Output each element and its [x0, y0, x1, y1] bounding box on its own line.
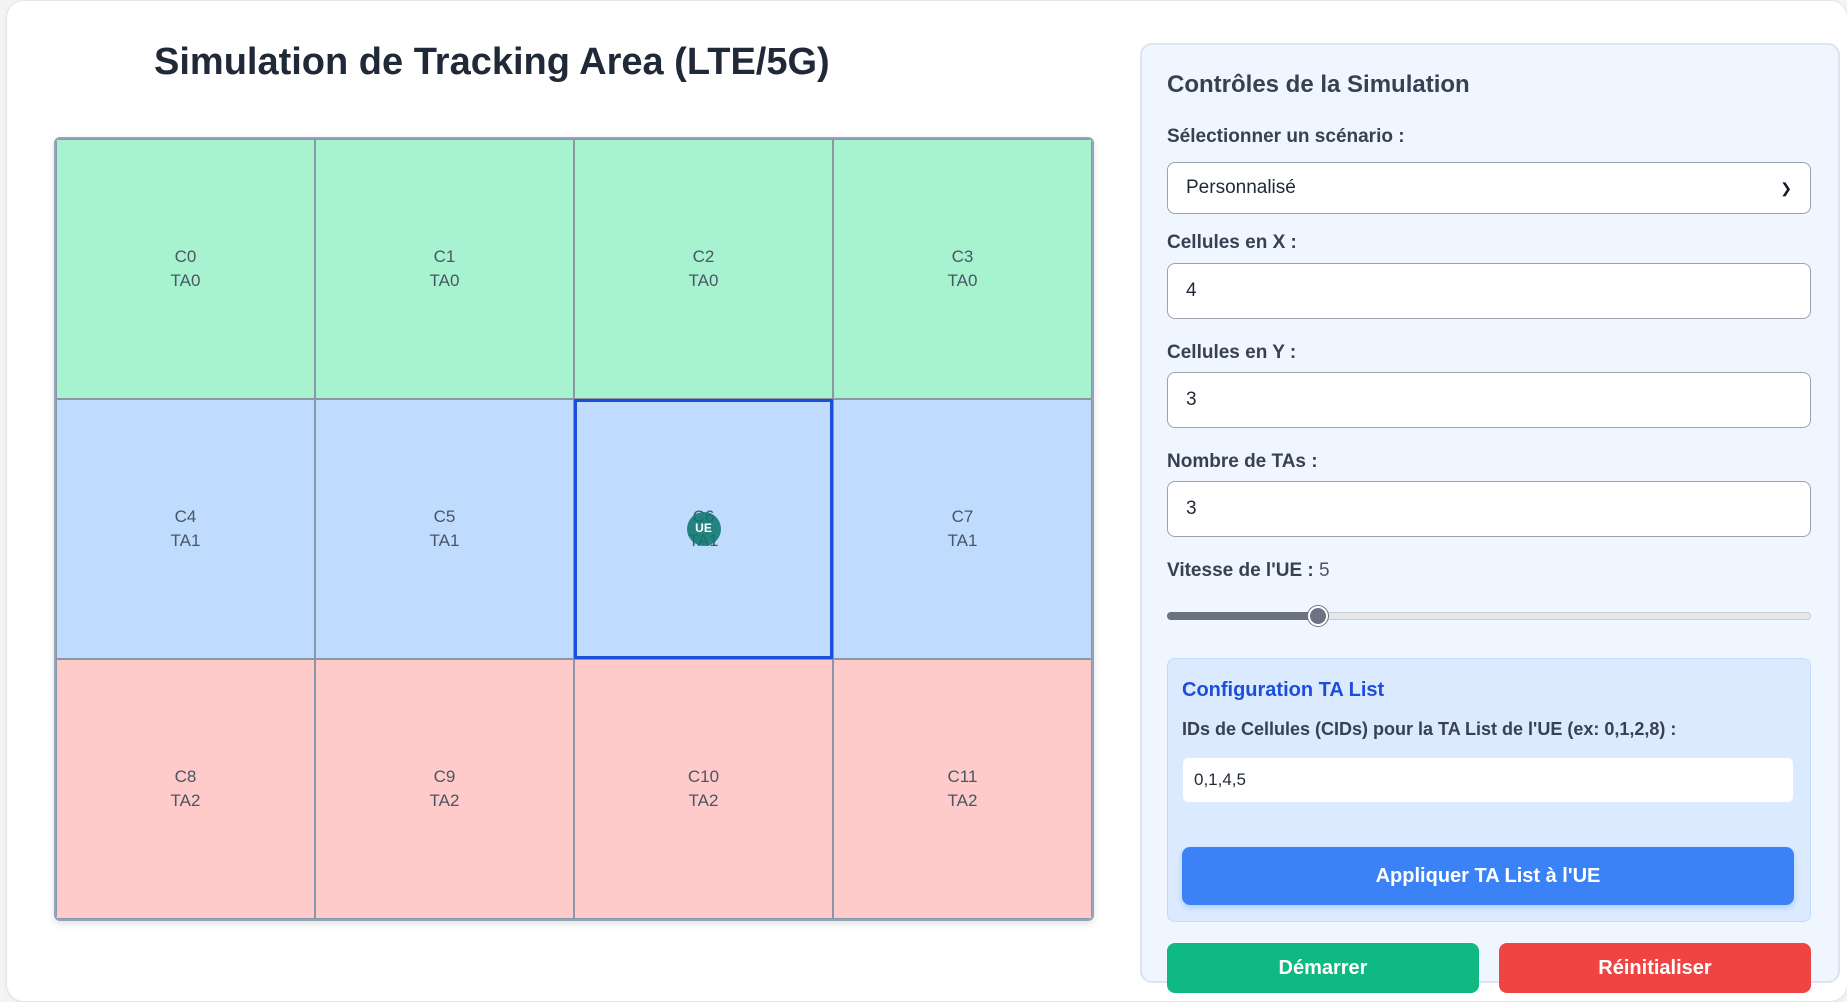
- scenario-select[interactable]: Personnalisé ❯: [1167, 162, 1811, 214]
- grid-cell[interactable]: C4 TA1: [56, 399, 315, 659]
- grid-cell[interactable]: C10 TA2: [574, 659, 833, 919]
- cell-id: C9: [433, 767, 456, 786]
- cell-label: C7 TA1: [948, 505, 978, 553]
- grid-cell[interactable]: C8 TA2: [56, 659, 315, 919]
- cells-y-label: Cellules en Y :: [1167, 342, 1297, 363]
- ta-list-config-box: Configuration TA List IDs de Cellules (C…: [1167, 658, 1811, 922]
- grid-cell[interactable]: C0 TA0: [56, 139, 315, 399]
- cells-x-input[interactable]: [1167, 263, 1811, 319]
- ta-list-label: IDs de Cellules (CIDs) pour la TA List d…: [1182, 719, 1677, 739]
- speed-value: 5: [1319, 560, 1330, 581]
- cell-label: C11 TA2: [948, 765, 978, 813]
- grid-cell[interactable]: C6TA1UE: [574, 399, 833, 659]
- chevron-down-icon: ❯: [1780, 179, 1792, 196]
- cell-id: C4: [174, 507, 197, 526]
- cell-label: C5 TA1: [430, 505, 460, 553]
- app-card: Simulation de Tracking Area (LTE/5G) C0 T…: [6, 0, 1847, 1002]
- ta-list-input[interactable]: [1182, 757, 1794, 803]
- cell-ta: TA2: [170, 791, 201, 810]
- cell-id: C11: [947, 767, 978, 786]
- cell-ta: TA0: [170, 271, 201, 290]
- tracking-area-grid: C0TA0C1TA0C2TA0C3TA0C4TA1C5TA1C6TA1UEC7T…: [54, 137, 1094, 921]
- cell-label: C2 TA0: [689, 245, 719, 293]
- cell-ta: TA2: [429, 791, 460, 810]
- cell-id: C1: [433, 247, 456, 266]
- cell-label: C4 TA1: [171, 505, 201, 553]
- cell-label: C10 TA2: [688, 765, 719, 813]
- cell-label: C8 TA2: [171, 765, 201, 813]
- cell-id: C5: [433, 507, 456, 526]
- num-tas-label: Nombre de TAs :: [1167, 451, 1318, 472]
- cell-ta: TA0: [688, 271, 719, 290]
- grid-cell[interactable]: C1 TA0: [315, 139, 574, 399]
- page-title: Simulation de Tracking Area (LTE/5G): [154, 41, 830, 83]
- cell-ta: TA0: [429, 271, 460, 290]
- cell-ta: TA2: [688, 791, 719, 810]
- cell-id: C7: [951, 507, 974, 526]
- cell-ta: TA1: [947, 531, 978, 550]
- grid-cell[interactable]: C3 TA0: [833, 139, 1092, 399]
- scenario-select-value: Personnalisé: [1186, 177, 1296, 198]
- cell-ta: TA1: [429, 531, 460, 550]
- cells-x-label: Cellules en X :: [1167, 232, 1297, 253]
- apply-ta-list-button[interactable]: Appliquer TA List à l'UE: [1182, 847, 1794, 905]
- cell-id: C2: [692, 247, 715, 266]
- cell-id: C10: [687, 767, 720, 786]
- cell-ta: TA2: [947, 791, 978, 810]
- grid-cell[interactable]: C5 TA1: [315, 399, 574, 659]
- speed-slider-fill: [1167, 612, 1319, 620]
- grid-cell[interactable]: C11 TA2: [833, 659, 1092, 919]
- cell-label: C9 TA2: [430, 765, 460, 813]
- grid-cell[interactable]: C9 TA2: [315, 659, 574, 919]
- cell-label: C3 TA0: [948, 245, 978, 293]
- num-tas-input[interactable]: [1167, 481, 1811, 537]
- cells-y-input[interactable]: [1167, 372, 1811, 428]
- cell-id: C8: [174, 767, 197, 786]
- cell-id: C3: [951, 247, 974, 266]
- grid-cell[interactable]: C2 TA0: [574, 139, 833, 399]
- cell-label: C1 TA0: [430, 245, 460, 293]
- reset-button[interactable]: Réinitialiser: [1499, 943, 1811, 993]
- speed-slider-thumb[interactable]: [1308, 606, 1329, 626]
- grid-cell[interactable]: C7 TA1: [833, 399, 1092, 659]
- scenario-label: Sélectionner un scénario :: [1167, 126, 1405, 147]
- simulation-controls-panel: Contrôles de la Simulation Sélectionner …: [1140, 43, 1840, 993]
- speed-label: Vitesse de l'UE :: [1167, 560, 1314, 581]
- speed-slider[interactable]: [1167, 604, 1811, 628]
- ta-config-title: Configuration TA List: [1182, 679, 1385, 701]
- cell-label: C0 TA0: [171, 245, 201, 293]
- cell-ta: TA1: [170, 531, 201, 550]
- controls-title: Contrôles de la Simulation: [1167, 71, 1470, 98]
- cell-ta: TA0: [947, 271, 978, 290]
- cell-id: C0: [174, 247, 197, 266]
- ue-marker: UE: [686, 512, 721, 546]
- start-button[interactable]: Démarrer: [1167, 943, 1479, 993]
- speed-label-row: Vitesse de l'UE : 5: [1167, 560, 1330, 582]
